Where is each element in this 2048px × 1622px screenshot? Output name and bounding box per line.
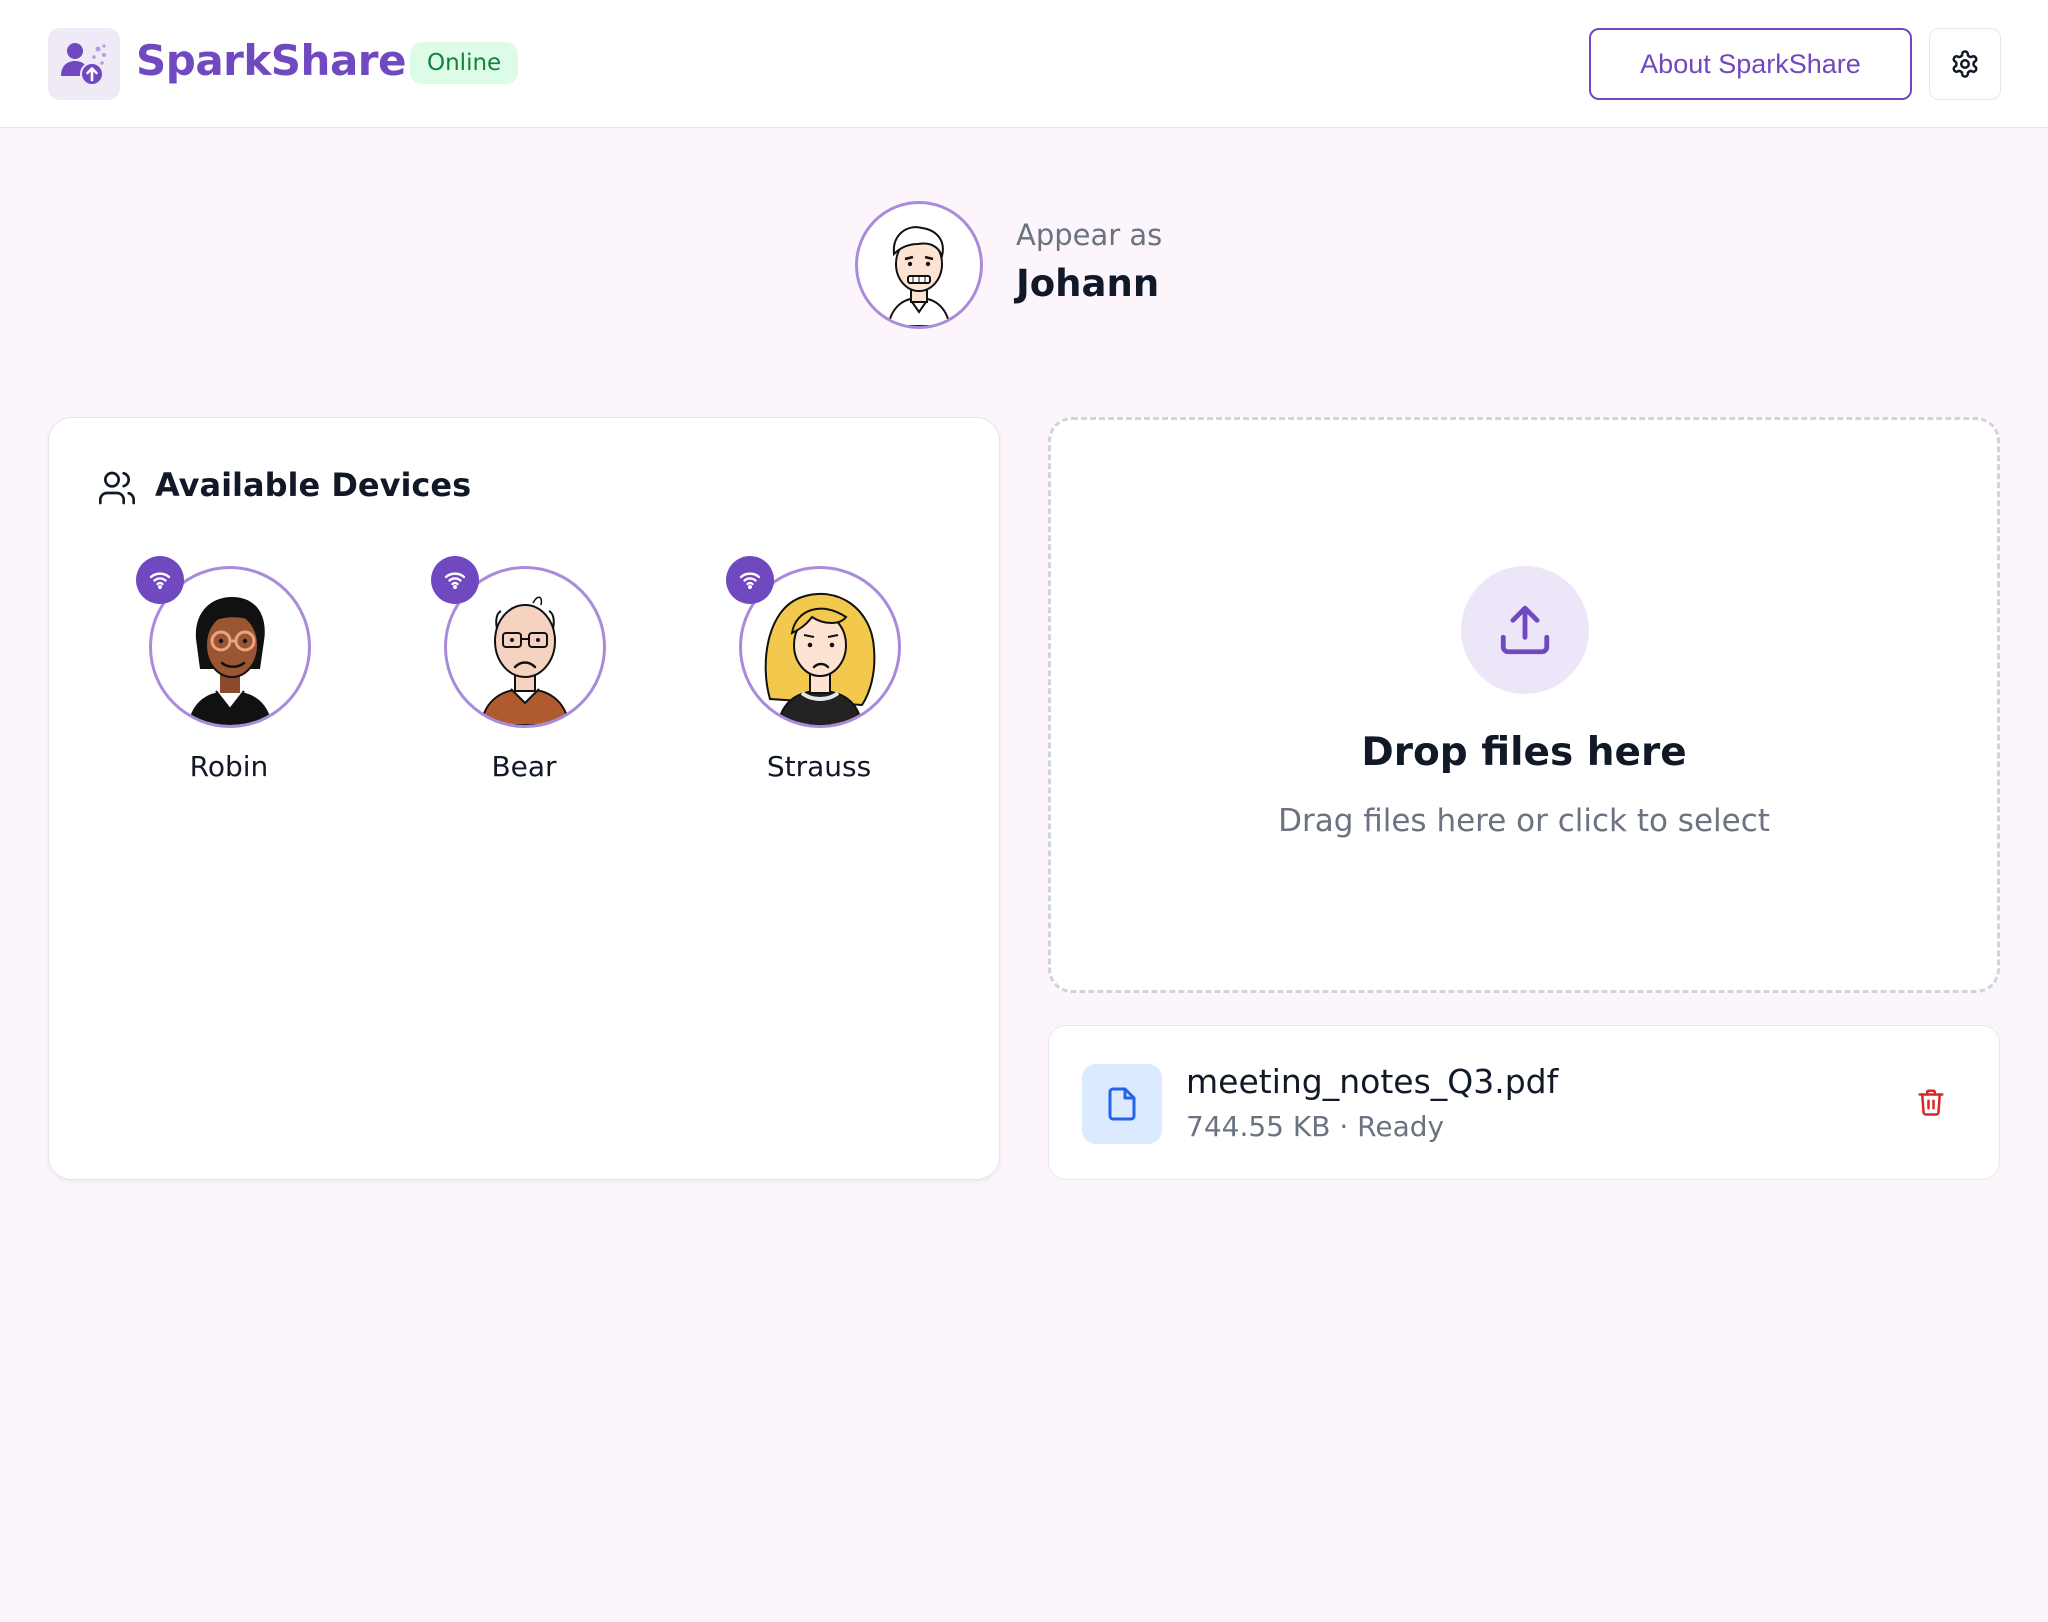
devices-title: Available Devices xyxy=(155,466,472,504)
users-icon xyxy=(99,471,136,505)
wifi-icon xyxy=(136,556,184,604)
app-header: SparkShare Online About SparkShare xyxy=(0,0,2048,128)
device-name: Robin xyxy=(189,750,269,783)
device-strauss[interactable]: Strauss xyxy=(726,556,909,786)
available-devices-card: Available Devices Robin Bear Strauss xyxy=(48,417,1000,1180)
appear-as-label: Appear as xyxy=(1016,218,1163,252)
file-meta: 744.55 KB · Ready xyxy=(1186,1110,1445,1143)
file-list-item: meeting_notes_Q3.pdf 744.55 KB · Ready xyxy=(1048,1025,2000,1180)
delete-file-button[interactable] xyxy=(1909,1080,1953,1124)
about-button[interactable]: About SparkShare xyxy=(1589,28,1912,100)
profile-avatar[interactable] xyxy=(855,201,983,329)
app-title: SparkShare xyxy=(136,36,407,85)
trash-icon xyxy=(1918,1089,1944,1116)
settings-button[interactable] xyxy=(1929,28,2001,100)
file-icon xyxy=(1082,1064,1162,1144)
dropzone-subtitle: Drag files here or click to select xyxy=(1278,803,1770,839)
device-bear[interactable]: Bear xyxy=(431,556,614,786)
profile-name: Johann xyxy=(1016,262,1160,305)
status-badge: Online xyxy=(410,42,519,84)
logo-icon[interactable] xyxy=(48,28,120,100)
gear-icon xyxy=(1952,50,1978,78)
device-name: Strauss xyxy=(766,750,872,783)
wifi-icon xyxy=(431,556,479,604)
file-dropzone[interactable]: Drop files here Drag files here or click… xyxy=(1048,417,2000,993)
file-name: meeting_notes_Q3.pdf xyxy=(1186,1062,1559,1101)
device-name: Bear xyxy=(491,750,557,783)
upload-icon xyxy=(1461,566,1589,694)
wifi-icon xyxy=(726,556,774,604)
device-robin[interactable]: Robin xyxy=(136,556,319,786)
dropzone-title: Drop files here xyxy=(1361,730,1687,775)
